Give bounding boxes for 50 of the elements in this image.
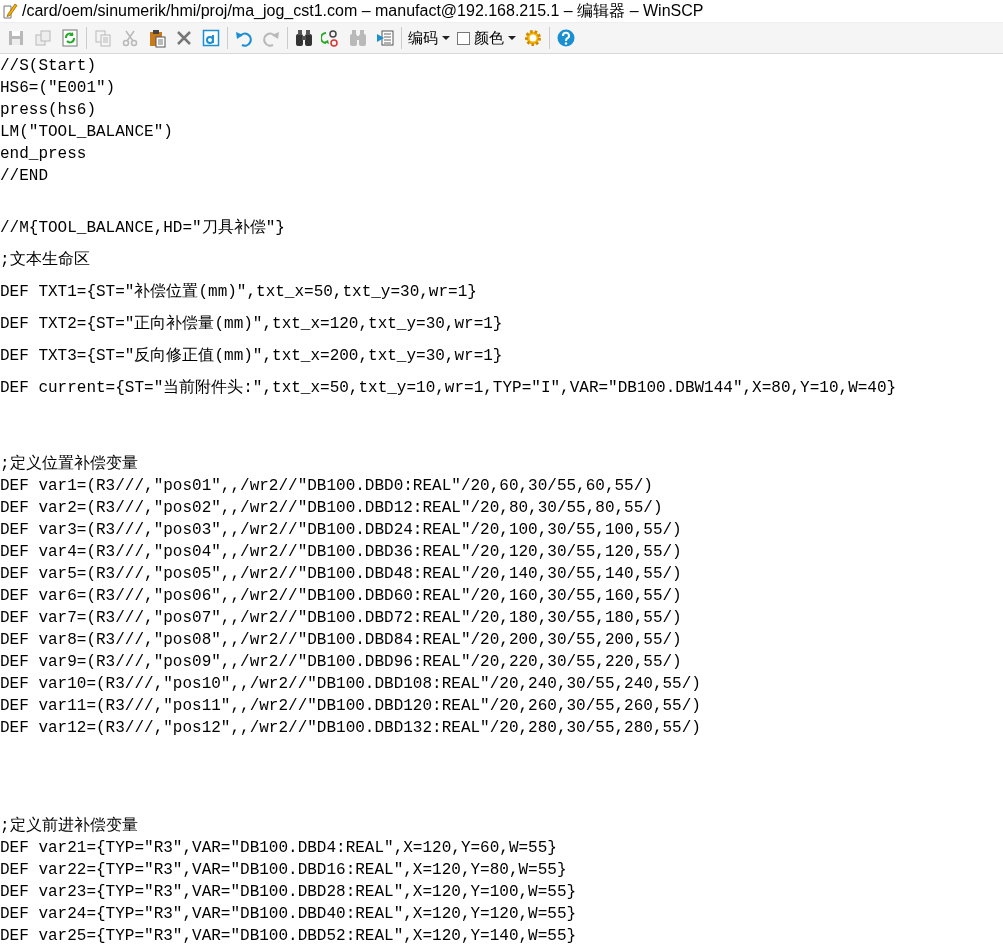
code-line: DEF TXT3={ST="反向修正值(mm)",txt_x=200,txt_y=30,wr=1} [0,346,503,367]
caret-icon [508,35,516,41]
code-line: press(hs6) [0,101,96,119]
code-line: DEF var4=(R3///,"pos04",,/wr2//"DB100.DBD36:REAL"/20,120,30/55,120,55/) [0,543,682,561]
code-line: DEF var23={TYP="R3",VAR="DB100.DBD28:REAL",X=120,Y=100,W=55} [0,883,577,901]
code-line: DEF var7=(R3///,"pos07",,/wr2//"DB100.DBD72:REAL"/20,180,30/55,180,55/) [0,609,682,627]
code-line: DEF var12=(R3///,"pos12",,/wr2//"DB100.DBD132:REAL"/20,280,30/55,280,55/) [0,719,701,737]
code-line: DEF var8=(R3///,"pos08",,/wr2//"DB100.DBD84:REAL"/20,200,30/55,200,55/) [0,631,682,649]
gear-icon [523,28,543,48]
scissors-icon [120,28,140,48]
select-all-icon [201,28,221,48]
code-line: DEF var21={TYP="R3",VAR="DB100.DBD4:REAL",X=120,Y=60,W=55} [0,839,557,857]
code-line: ;定义位置补偿变量 [0,453,138,475]
code-line: DEF var11=(R3///,"pos11",,/wr2//"DB100.DBD120:REAL"/20,260,30/55,260,55/) [0,697,701,715]
code-line: DEF var10=(R3///,"pos10",,/wr2//"DB100.DBD108:REAL"/20,240,30/55,240,55/) [0,675,701,693]
code-line: ;定义前进补偿变量 [0,815,138,837]
goto-line-icon [375,28,395,48]
binoculars-icon [294,28,314,48]
code-line: //S(Start) [0,57,96,75]
save-icon [6,28,26,48]
color-swatch-icon [457,31,470,45]
code-line: DEF TXT2={ST="正向补偿量(mm)",txt_x=120,txt_y=30,wr=1} [0,313,503,335]
code-line: end_press [0,145,87,163]
code-line: DEF var22={TYP="R3",VAR="DB100.DBD16:REAL",X=120,Y=80,W=55} [0,861,567,879]
code-line: DEF var6=(R3///,"pos06",,/wr2//"DB100.DBD60:REAL"/20,160,30/55,160,55/) [0,587,682,605]
code-line: DEF current={ST="当前附件头:",txt_x=50,txt_y=10,wr=1,TYP="I",VAR="DB100.DBW144",X=80,Y=10,W=40} [0,378,897,399]
code-line: DEF var9=(R3///,"pos09",,/wr2//"DB100.DBD96:REAL"/20,220,30/55,220,55/) [0,653,682,671]
copy-icon [33,28,53,48]
copy-icon [93,28,113,48]
replace-icon [321,28,341,48]
code-line: DEF var1=(R3///,"pos01",,/wr2//"DB100.DBD0:REAL"/20,60,30/55,60,55/) [0,477,653,495]
code-line: DEF var3=(R3///,"pos03",,/wr2//"DB100.DBD24:REAL"/20,100,30/55,100,55/) [0,521,682,539]
caret-icon [442,35,450,41]
window-title: /card/oem/sinumerik/hmi/proj/ma_jog_cst1.com – manufact@192.168.215.1 – 编辑器 – WinSCP [22,0,704,21]
code-line: DEF var24={TYP="R3",VAR="DB100.DBD40:REAL",X=120,Y=120,W=55} [0,905,577,923]
color-menu[interactable]: 颜色 [455,26,518,50]
code-line: DEF var2=(R3///,"pos02",,/wr2//"DB100.DBD12:REAL"/20,80,30/55,80,55/) [0,499,663,517]
code-line: DEF var5=(R3///,"pos05",,/wr2//"DB100.DBD48:REAL"/20,140,30/55,140,55/) [0,565,682,583]
code-line: //END [0,167,48,185]
encoding-menu[interactable]: 编码 [406,26,452,50]
code-line: LM("TOOL_BALANCE") [0,123,173,141]
code-line: //M{TOOL_BALANCE,HD="刀具补偿"} [0,217,285,239]
help-icon [556,28,576,48]
binoculars-icon [348,28,368,48]
code-line: HS6=("E001") [0,79,116,97]
code-line: ;文本生命区 [0,249,90,271]
clipboard-icon [147,28,167,48]
code-line: DEF TXT1={ST="补偿位置(mm)",txt_x=50,txt_y=30,wr=1} [0,281,477,303]
code-line: DEF var25={TYP="R3",VAR="DB100.DBD52:REAL",X=120,Y=140,W=55} [0,927,577,945]
refresh-icon [60,28,80,48]
